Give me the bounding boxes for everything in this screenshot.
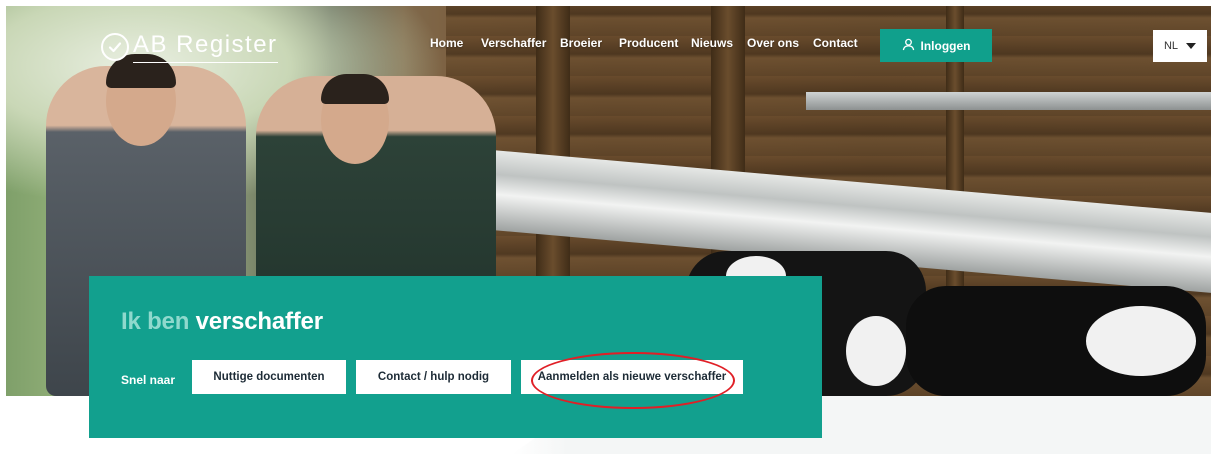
useful-documents-button[interactable]: Nuttige documenten (192, 360, 346, 394)
page-title: Ik ben verschaffer (121, 308, 323, 336)
check-circle-icon (101, 33, 129, 61)
nav-producent[interactable]: Producent (619, 36, 678, 50)
annotation-highlight (531, 352, 735, 409)
user-icon (902, 38, 915, 54)
nav-verschaffer[interactable]: Verschaffer (481, 36, 546, 50)
language-select[interactable]: NL (1153, 30, 1207, 62)
quick-links-label: Snel naar (121, 373, 176, 387)
nav-nieuws[interactable]: Nieuws (691, 36, 733, 50)
language-value: NL (1163, 40, 1179, 52)
logo[interactable]: AB Register (101, 29, 278, 65)
nav-over-ons[interactable]: Over ons (747, 36, 799, 50)
login-button[interactable]: Inloggen (880, 29, 992, 62)
page-title-prefix: Ik ben (121, 308, 190, 335)
nav-home[interactable]: Home (430, 36, 463, 50)
login-label: Inloggen (920, 38, 971, 53)
logo-text: AB Register (133, 31, 278, 63)
nav-contact[interactable]: Contact (813, 36, 858, 50)
page-title-role: verschaffer (195, 308, 323, 335)
contact-help-button[interactable]: Contact / hulp nodig (356, 360, 511, 394)
hero-panel: Ik ben verschaffer Snel naar Nuttige doc… (89, 276, 822, 438)
caret-down-icon (1186, 43, 1197, 49)
nav-broeier[interactable]: Broeier (560, 36, 602, 50)
